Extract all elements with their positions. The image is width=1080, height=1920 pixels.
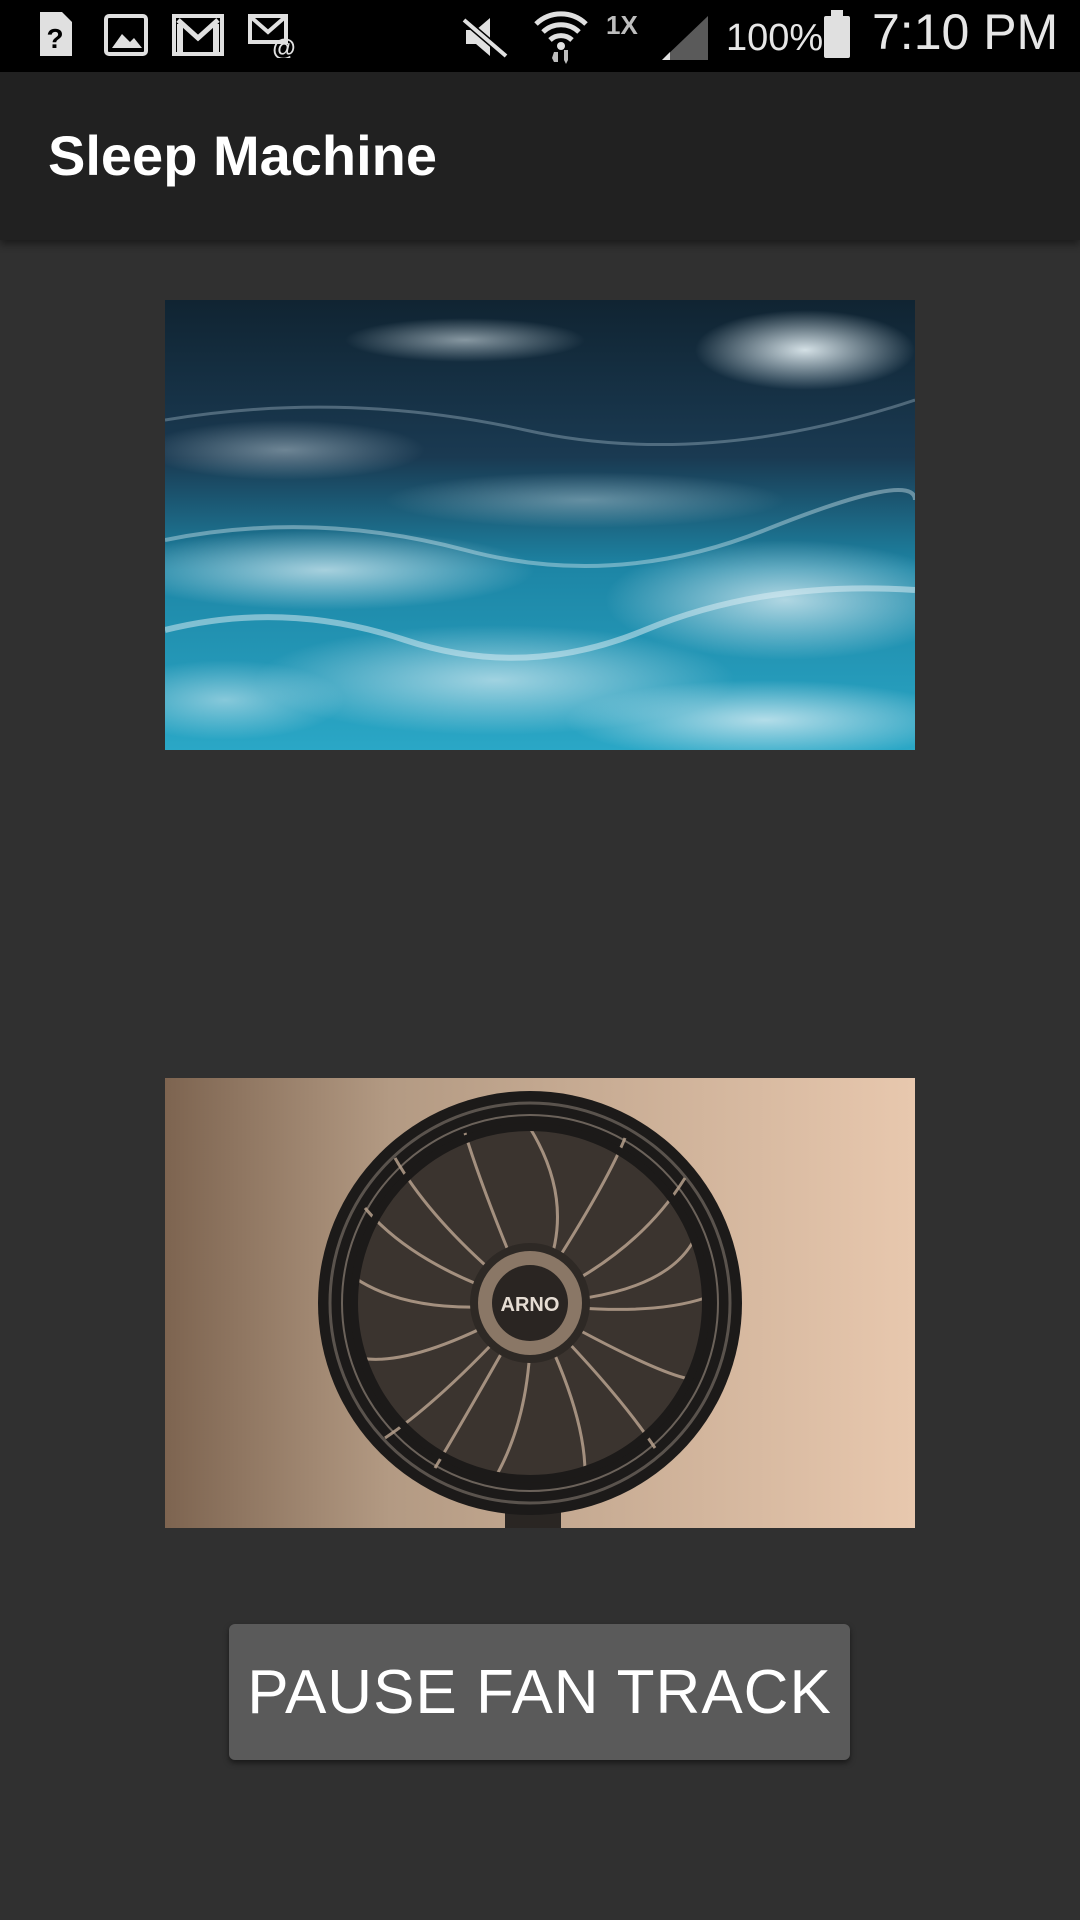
signal-icon bbox=[660, 14, 710, 67]
electric-fan-image: ARNO bbox=[165, 1078, 915, 1528]
clock: 7:10 PM bbox=[872, 4, 1059, 60]
svg-text:@: @ bbox=[272, 35, 295, 58]
app-title: Sleep Machine bbox=[48, 124, 438, 187]
battery-percent: 100% bbox=[726, 17, 824, 59]
svg-text:?: ? bbox=[46, 23, 63, 54]
app-bar: Sleep Machine bbox=[0, 72, 1080, 240]
network-type-label: 1X bbox=[606, 10, 638, 40]
mute-icon bbox=[460, 14, 510, 65]
ocean-waves-image bbox=[165, 300, 915, 750]
gmail-notification-icon bbox=[172, 14, 224, 61]
fan-sound-image-button[interactable]: ARNO bbox=[165, 1078, 915, 1528]
wifi-icon bbox=[534, 8, 588, 69]
help-notification-icon: ? bbox=[36, 10, 74, 63]
battery-icon bbox=[822, 8, 852, 65]
status-bar: ? @ 1X 100% 7:10 PM bbox=[0, 0, 1080, 72]
ocean-sound-image-button[interactable] bbox=[165, 300, 915, 750]
fan-brand-logo: ARNO bbox=[501, 1294, 560, 1316]
email-notification-icon: @ bbox=[248, 14, 298, 63]
image-notification-icon bbox=[104, 14, 148, 61]
pause-fan-track-button[interactable]: PAUSE FAN TRACK bbox=[229, 1624, 850, 1760]
